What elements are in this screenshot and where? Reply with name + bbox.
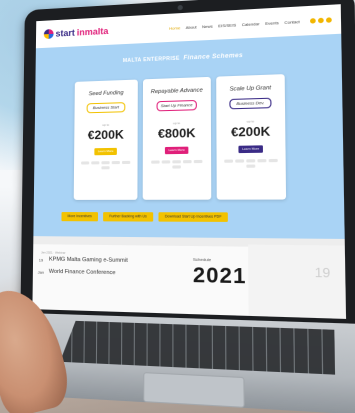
logo-accent: inmalta [76, 26, 109, 38]
nav-item-about[interactable]: About [186, 24, 197, 30]
card-scale-up-grant: Scale Up Grant Business Dev. up to €200K… [216, 74, 287, 200]
card-heading: Repayable Advance [150, 87, 203, 96]
card-tags [74, 155, 138, 170]
card-seed-funding: Seed Funding Business Start up to €200K … [73, 79, 138, 200]
card-pill: Business Start [86, 102, 126, 114]
events-section: Jan 2021 · Webinar 19 KPMG Malta Gaming … [32, 236, 347, 319]
card-tags [143, 154, 211, 169]
event-title: KPMG Malta Gaming e-Summit [48, 256, 128, 264]
nav-item-news[interactable]: News [202, 23, 213, 29]
nav-item-eis[interactable]: EIS/SEIS [218, 22, 236, 28]
logo-mark-icon [43, 28, 54, 40]
hero-section: MALTA ENTERPRISE Finance Schemes Seed Fu… [33, 33, 345, 239]
laptop: start inmalta Home About News EIS/SEIS Ca… [19, 0, 355, 413]
events-list: Jan 2021 · Webinar 19 KPMG Malta Gaming … [33, 250, 189, 278]
list-item[interactable]: Jan World Finance Conference [37, 269, 189, 278]
photo-background: start inmalta Home About News EIS/SEIS Ca… [0, 0, 355, 413]
calendar-image: 19 [248, 244, 347, 319]
event-title: World Finance Conference [48, 268, 116, 277]
nav-menu: Home About News EIS/SEIS Calendar Events… [169, 16, 332, 31]
finance-cards: Seed Funding Business Start up to €200K … [73, 74, 287, 200]
hero-brand: MALTA ENTERPRISE [122, 55, 180, 65]
facebook-icon[interactable] [309, 17, 316, 24]
nav-item-contact[interactable]: Contact [284, 18, 300, 24]
laptop-screen: start inmalta Home About News EIS/SEIS Ca… [32, 4, 347, 319]
nav-item-events[interactable]: Events [265, 20, 279, 26]
card-amount: €800K [157, 125, 196, 141]
card-tags [217, 152, 286, 168]
card-heading: Scale Up Grant [229, 85, 272, 93]
trackpad [143, 372, 245, 408]
event-date: 19 [38, 256, 44, 263]
nav-item-home[interactable]: Home [169, 25, 180, 31]
nav-item-calendar[interactable]: Calendar [242, 21, 260, 27]
more-incentives-button[interactable]: More Incentives [61, 212, 98, 222]
linkedin-icon[interactable] [325, 16, 332, 23]
schedule-block: Schedule 2021 [193, 257, 247, 290]
download-pdf-button[interactable]: Download Start Up Incentives PDF [158, 212, 229, 222]
site-logo[interactable]: start inmalta [43, 26, 109, 40]
card-amount: €200K [230, 124, 271, 140]
list-item[interactable]: 19 KPMG Malta Gaming e-Summit [37, 256, 189, 265]
laptop-lid: start inmalta Home About News EIS/SEIS Ca… [20, 0, 355, 331]
cta-row: More Incentives Further Backing with Us … [61, 212, 229, 222]
webcam-icon [177, 4, 183, 11]
card-pill: Business Dev. [229, 97, 272, 110]
schedule-label: Schedule [192, 256, 212, 263]
card-pill: Start Up Finance [156, 99, 197, 112]
schedule-year: 2021 [192, 264, 247, 289]
card-repayable-advance: Repayable Advance Start Up Finance up to… [142, 76, 212, 200]
hero-title: MALTA ENTERPRISE Finance Schemes [36, 49, 342, 68]
further-backing-button[interactable]: Further Backing with Us [103, 212, 154, 222]
social-links [309, 16, 332, 24]
twitter-icon[interactable] [317, 17, 324, 23]
logo-text: start [55, 27, 75, 39]
card-heading: Seed Funding [88, 90, 124, 98]
event-date: Jan [37, 269, 45, 275]
event-meta: Jan 2021 · Webinar [41, 250, 66, 255]
card-amount: €200K [87, 127, 124, 143]
hero-heading: Finance Schemes [183, 52, 243, 62]
